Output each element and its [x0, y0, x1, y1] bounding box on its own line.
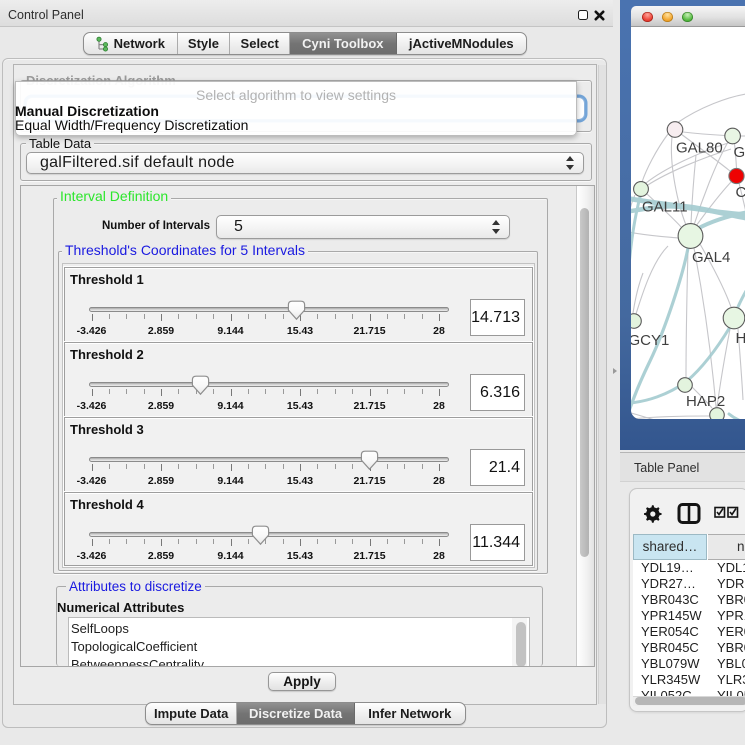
svg-text:HAP2: HAP2 [686, 393, 725, 410]
svg-text:GAL80: GAL80 [676, 140, 723, 157]
svg-text:C: C [736, 184, 745, 201]
svg-text:GAL11: GAL11 [642, 199, 688, 216]
svg-text:GAL4: GAL4 [692, 249, 730, 266]
svg-text:GCY1: GCY1 [631, 332, 669, 349]
svg-text:GA: GA [734, 144, 745, 161]
svg-text:H: H [736, 330, 745, 347]
